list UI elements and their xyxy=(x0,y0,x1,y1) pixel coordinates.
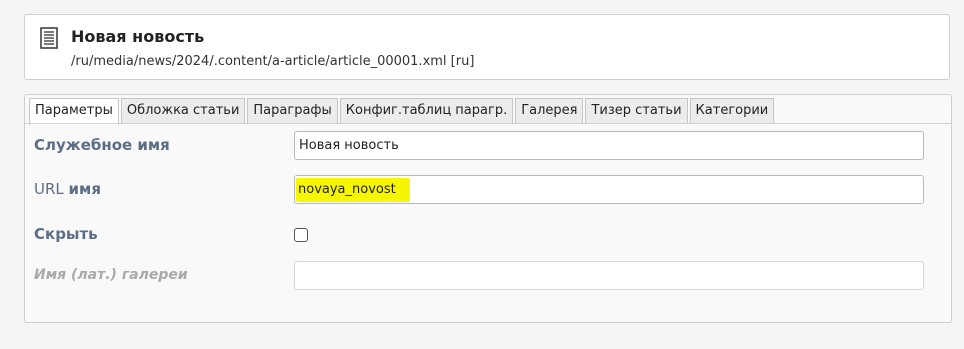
gallery-name-input[interactable] xyxy=(294,261,924,290)
url-name-input[interactable]: novaya_novost xyxy=(294,175,924,204)
tab-gallery[interactable]: Галерея xyxy=(515,98,584,123)
url-name-label: URL имя xyxy=(34,180,101,198)
tab-article-teaser[interactable]: Тизер статьи xyxy=(585,98,688,123)
tab-article-cover[interactable]: Обложка статьи xyxy=(120,98,246,123)
hide-checkbox[interactable] xyxy=(294,228,308,242)
url-name-label-text: URL xyxy=(34,180,64,198)
document-header: Новая новость /ru/media/news/2024/.conte… xyxy=(24,14,950,80)
url-name-label-bold: имя xyxy=(68,180,101,198)
service-name-label: Служебное имя xyxy=(34,136,170,154)
tab-bar: Параметры Обложка статьи Параграфы Конфи… xyxy=(29,98,775,125)
hide-label: Скрыть xyxy=(34,225,98,243)
tab-divider xyxy=(25,123,951,124)
gallery-name-label: Имя (лат.) галереи xyxy=(34,267,188,283)
editor-panel: Параметры Обложка статьи Параграфы Конфи… xyxy=(24,94,952,323)
tab-paragraph-table-config[interactable]: Конфиг.таблиц парагр. xyxy=(339,98,514,123)
tab-parameters[interactable]: Параметры xyxy=(29,98,119,125)
url-name-value: novaya_novost xyxy=(296,178,410,202)
document-icon xyxy=(40,27,58,49)
document-path: /ru/media/news/2024/.content/a-article/a… xyxy=(71,54,475,69)
service-name-input[interactable]: Новая новость xyxy=(294,131,924,160)
page-title: Новая новость xyxy=(71,27,205,46)
tab-paragraphs[interactable]: Параграфы xyxy=(247,98,338,123)
tab-categories[interactable]: Категории xyxy=(689,98,775,123)
